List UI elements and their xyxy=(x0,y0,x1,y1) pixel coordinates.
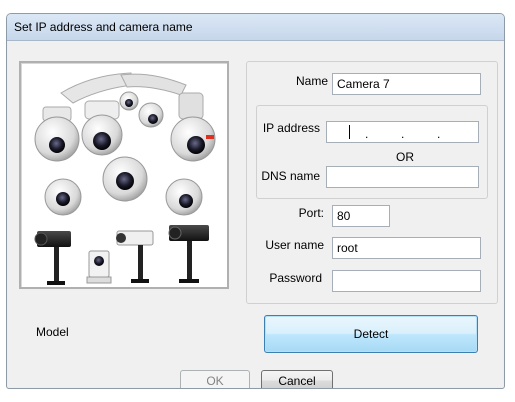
name-label: Name xyxy=(295,74,328,88)
password-field[interactable] xyxy=(332,270,481,292)
or-label: OR xyxy=(396,150,414,164)
text-caret xyxy=(349,125,350,139)
port-field[interactable]: 80 xyxy=(332,205,390,227)
ip-address-field[interactable]: . . . xyxy=(326,121,479,143)
ip-address-label: IP address xyxy=(262,121,320,135)
ip-dot-2: . xyxy=(401,127,405,141)
dialog-title: Set IP address and camera name xyxy=(14,20,193,34)
dns-name-label: DNS name xyxy=(261,169,320,183)
set-ip-dialog: Set IP address and camera name Name Came… xyxy=(6,13,505,389)
ip-dot-1: . xyxy=(365,127,369,141)
user-name-label: User name xyxy=(265,238,324,252)
user-name-field[interactable]: root xyxy=(332,237,481,259)
cancel-button[interactable]: Cancel xyxy=(261,370,333,388)
detect-button[interactable]: Detect xyxy=(264,315,478,353)
name-field[interactable]: Camera 7 xyxy=(332,73,481,95)
camera-collection-image xyxy=(19,61,229,289)
ok-button[interactable]: OK xyxy=(180,370,250,388)
dns-name-field[interactable] xyxy=(326,166,479,188)
camera-illustration xyxy=(34,72,216,285)
dialog-client-area: Name Camera 7 IP address . . . OR DNS na… xyxy=(8,41,503,388)
port-label: Port: xyxy=(298,206,324,220)
password-label: Password xyxy=(269,271,322,285)
ip-dot-3: . xyxy=(437,127,441,141)
model-label: Model xyxy=(36,325,69,339)
title-bar[interactable]: Set IP address and camera name xyxy=(7,14,504,41)
